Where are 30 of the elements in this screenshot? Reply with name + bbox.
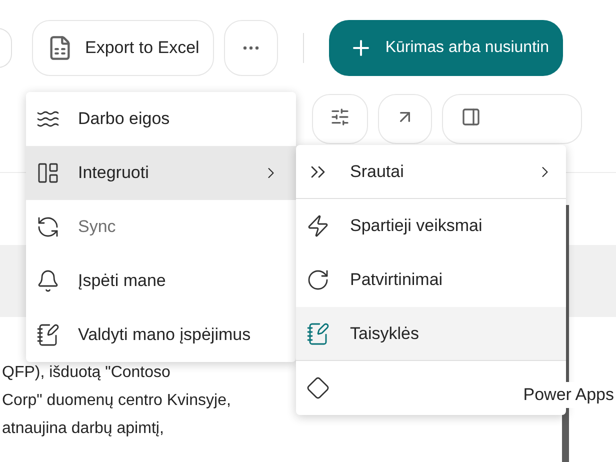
notebook-pen-icon	[36, 323, 60, 347]
details-button[interactable]	[442, 94, 582, 144]
toolbar-button[interactable]	[0, 28, 12, 68]
body-text-line: atnaujina darbų apimtį,	[2, 419, 164, 439]
share-button[interactable]	[378, 94, 432, 144]
more-button[interactable]	[224, 20, 278, 76]
bell-icon	[36, 269, 60, 293]
menu-item[interactable]: Integruoti	[26, 146, 296, 200]
diamond-icon	[306, 376, 330, 400]
submenu-item[interactable]: Srautai	[296, 145, 566, 199]
menu-item[interactable]: Įspėti mane	[26, 254, 296, 308]
menu-item[interactable]: Valdyti mano įspėjimus	[26, 308, 296, 362]
submenu-item[interactable]: Taisyklės	[296, 307, 566, 361]
lightning-icon	[306, 214, 330, 238]
more-icon	[243, 46, 260, 50]
filter-button[interactable]	[312, 94, 368, 144]
submenu-item[interactable]: Spartieji veiksmai	[296, 199, 566, 253]
sync-icon	[36, 215, 60, 239]
submenu-item[interactable]: Power Apps	[296, 361, 616, 415]
create-button[interactable]: Kūrimas arba nusiuntin	[329, 20, 564, 76]
export-button[interactable]: Export to Excel	[32, 20, 214, 76]
body-text-line: Corp" duomenų centro Kvinsyje,	[2, 391, 231, 411]
body-text-line: QFP), išduotą "Contoso	[2, 363, 170, 383]
sliders-icon	[330, 107, 350, 127]
notebook-pen-icon	[306, 322, 330, 346]
panel-icon	[461, 107, 481, 127]
submenu-item[interactable]: Patvirtinimai	[296, 253, 566, 307]
layout-icon	[36, 161, 60, 185]
circular-arrow-icon	[306, 268, 330, 292]
menu-item[interactable]: Darbo eigos	[26, 92, 296, 146]
